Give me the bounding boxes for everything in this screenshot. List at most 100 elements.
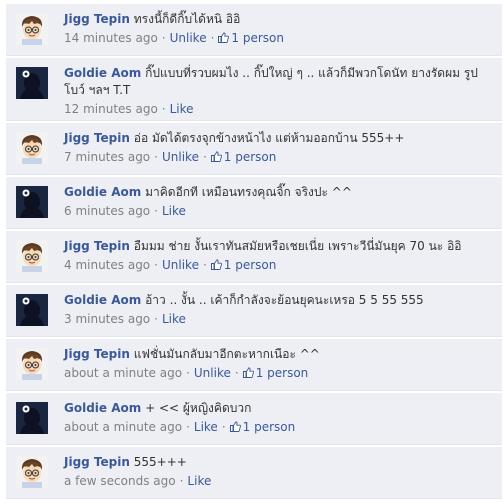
likes-count-link[interactable]: 1 person: [210, 258, 277, 272]
comment-timestamp[interactable]: 3 minutes ago: [64, 312, 150, 326]
comment-text: อืมมม ช่าย งั้นเราทันสมัยหรือเชยเนี่ย เพ…: [133, 239, 462, 253]
comment-item: Goldie Aom กิ๊ปแบบที่รวบผมไง .. กิ๊ปใหญ่…: [6, 58, 502, 121]
like-button[interactable]: Like: [170, 102, 194, 116]
comment-text: แฟชั่นมันกลับมาอีกตะหากเนือะ ^^: [133, 347, 320, 361]
avatar[interactable]: [16, 13, 48, 45]
meta-separator: ·: [161, 31, 166, 45]
avatar[interactable]: [16, 132, 48, 164]
comment-author-link[interactable]: Jigg Tepin: [64, 239, 130, 253]
meta-separator: ·: [154, 150, 158, 164]
comment-meta: 14 minutes ago · Unlike · 1 person: [64, 30, 494, 47]
avatar[interactable]: [16, 348, 48, 380]
thumbs-up-icon: [210, 259, 222, 270]
meta-separator: ·: [210, 31, 215, 45]
avatar[interactable]: [16, 294, 48, 326]
comment-text: มาคิดอีกที เหมือนทรงคุณจิ๊ก จริงปะ ^^: [145, 185, 352, 199]
comment-timestamp[interactable]: 7 minutes ago: [64, 150, 150, 164]
avatar[interactable]: [16, 186, 48, 218]
cartoon-boy-avatar-icon: [16, 348, 48, 380]
comment-timestamp[interactable]: 4 minutes ago: [64, 258, 150, 272]
comment-timestamp[interactable]: 6 minutes ago: [64, 204, 150, 218]
unlike-button[interactable]: Unlike: [194, 366, 231, 380]
thumbs-up-icon: [218, 32, 230, 43]
comment-meta: 7 minutes ago · Unlike · 1 person: [64, 149, 494, 166]
comment-item: Jigg Tepin แฟชั่นมันกลับมาอีกตะหากเนือะ …: [6, 339, 502, 391]
comment-item: Jigg Tepin ทรงนี้ก็ดีกิ๊บได้หนิ อิอิ 14 …: [6, 4, 502, 56]
comment-author-link[interactable]: Jigg Tepin: [64, 131, 130, 145]
meta-separator: ·: [154, 258, 158, 272]
comment-author-link[interactable]: Jigg Tepin: [64, 12, 130, 26]
avatar[interactable]: [16, 67, 48, 99]
comment-thread: Jigg Tepin ทรงนี้ก็ดีกิ๊บได้หนิ อิอิ 14 …: [6, 4, 502, 501]
cartoon-boy-avatar-icon: [16, 456, 48, 488]
comment-meta: 6 minutes ago · Like: [64, 203, 494, 220]
like-button[interactable]: Like: [187, 474, 211, 488]
meta-separator: ·: [154, 204, 158, 218]
comment-meta: 3 minutes ago · Like: [64, 311, 494, 328]
meta-separator: ·: [234, 366, 239, 380]
thumbs-up-icon: [210, 151, 222, 162]
comment-item: Goldie Aom อ้าว .. งั้น .. เค้าก็กำลังจะ…: [6, 285, 502, 337]
meta-separator: ·: [154, 312, 158, 326]
comment-author-link[interactable]: Jigg Tepin: [64, 347, 130, 361]
unlike-button[interactable]: Unlike: [170, 31, 207, 45]
comment-item: Jigg Tepin อืมมม ช่าย งั้นเราทันสมัยหรือ…: [6, 231, 502, 283]
comment-item: Jigg Tepin อ่อ มัดได้ตรงจุกข้างหน้าไง แต…: [6, 123, 502, 175]
likes-count: 1 person: [231, 31, 285, 45]
meta-separator: ·: [186, 366, 190, 380]
comment-author-link[interactable]: Goldie Aom: [64, 66, 141, 80]
likes-count: 1 person: [255, 366, 309, 380]
cartoon-boy-avatar-icon: [16, 132, 48, 164]
comment-author-link[interactable]: Jigg Tepin: [64, 455, 130, 469]
thumbs-up-icon: [242, 367, 254, 378]
comment-timestamp[interactable]: about a minute ago: [64, 420, 182, 434]
meta-separator: ·: [202, 150, 207, 164]
comment-item: Jigg Tepin 555+++ a few seconds ago · Like: [6, 447, 502, 499]
like-button[interactable]: Like: [162, 312, 186, 326]
thumbs-up-icon: [229, 421, 241, 432]
likes-count-link[interactable]: 1 person: [242, 366, 309, 380]
comment-meta: 4 minutes ago · Unlike · 1 person: [64, 257, 494, 274]
silhouette-avatar-icon: [16, 186, 48, 218]
comment-meta: 12 minutes ago · Like: [64, 101, 494, 118]
comment-text: ทรงนี้ก็ดีกิ๊บได้หนิ อิอิ: [133, 12, 241, 26]
meta-separator: ·: [179, 474, 184, 488]
likes-count: 1 person: [223, 150, 277, 164]
likes-count: 1 person: [223, 258, 277, 272]
comment-timestamp[interactable]: 12 minutes ago: [64, 102, 158, 116]
likes-count: 1 person: [242, 420, 296, 434]
silhouette-avatar-icon: [16, 402, 48, 434]
comment-meta: about a minute ago · Like · 1 person: [64, 419, 494, 436]
comment-meta: about a minute ago · Unlike · 1 person: [64, 365, 494, 382]
cartoon-boy-avatar-icon: [16, 13, 48, 45]
comment-meta: a few seconds ago · Like: [64, 473, 494, 490]
comment-text: อ้าว .. งั้น .. เค้าก็กำลังจะย้อนยุคนะเห…: [145, 293, 424, 307]
comment-item: Goldie Aom + << ผู้หญิงคิดบวก about a mi…: [6, 393, 502, 445]
comment-timestamp[interactable]: 14 minutes ago: [64, 31, 158, 45]
silhouette-avatar-icon: [16, 294, 48, 326]
unlike-button[interactable]: Unlike: [162, 150, 199, 164]
comment-item: Goldie Aom มาคิดอีกที เหมือนทรงคุณจิ๊ก จ…: [6, 177, 502, 229]
comment-text: อ่อ มัดได้ตรงจุกข้างหน้าไง แต่ห้ามออกบ้า…: [133, 131, 405, 145]
comment-author-link[interactable]: Goldie Aom: [64, 293, 141, 307]
likes-count-link[interactable]: 1 person: [210, 150, 277, 164]
meta-separator: ·: [186, 420, 190, 434]
meta-separator: ·: [161, 102, 166, 116]
comment-timestamp[interactable]: about a minute ago: [64, 366, 182, 380]
like-button[interactable]: Like: [194, 420, 218, 434]
silhouette-avatar-icon: [16, 67, 48, 99]
meta-separator: ·: [221, 420, 226, 434]
like-button[interactable]: Like: [162, 204, 186, 218]
avatar[interactable]: [16, 402, 48, 434]
comment-timestamp[interactable]: a few seconds ago: [64, 474, 176, 488]
avatar[interactable]: [16, 456, 48, 488]
likes-count-link[interactable]: 1 person: [218, 31, 284, 45]
avatar[interactable]: [16, 240, 48, 272]
comment-author-link[interactable]: Goldie Aom: [64, 401, 141, 415]
unlike-button[interactable]: Unlike: [162, 258, 199, 272]
comment-text: + << ผู้หญิงคิดบวก: [145, 401, 252, 415]
likes-count-link[interactable]: 1 person: [229, 420, 296, 434]
meta-separator: ·: [202, 258, 207, 272]
cartoon-boy-avatar-icon: [16, 240, 48, 272]
comment-author-link[interactable]: Goldie Aom: [64, 185, 141, 199]
